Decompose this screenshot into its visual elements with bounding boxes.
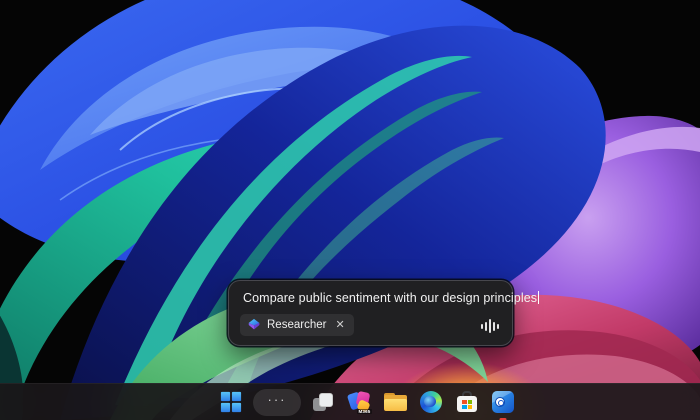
stacked-windows-icon (312, 391, 334, 413)
outlook-icon (492, 391, 514, 413)
copilot-command-box: Compare public sentiment with our design… (228, 280, 513, 346)
edge-button[interactable] (417, 387, 445, 417)
copilot-icon (247, 318, 261, 332)
microsoft-store-button[interactable] (453, 387, 481, 417)
taskbar-icon-group: ··· M365 (217, 384, 517, 420)
m365-copilot-button[interactable]: M365 (345, 387, 373, 417)
windows-logo-icon (220, 391, 242, 413)
store-bag-icon (457, 391, 477, 413)
text-caret (538, 291, 539, 304)
folder-icon (384, 393, 407, 412)
outlook-button[interactable] (489, 387, 517, 417)
m365-badge-text: M365 (357, 409, 371, 414)
waveform-icon (481, 324, 483, 329)
voice-input-button[interactable] (481, 318, 499, 334)
agent-chip-label: Researcher (267, 319, 326, 331)
task-view-button[interactable] (309, 387, 337, 417)
desktop: Compare public sentiment with our design… (0, 0, 700, 420)
file-explorer-button[interactable] (381, 387, 409, 417)
taskbar: ··· M365 (0, 383, 700, 420)
desktop-wallpaper (0, 0, 700, 420)
search-pill-button[interactable]: ··· (253, 389, 301, 416)
agent-chip-researcher[interactable]: Researcher ✕ (240, 314, 354, 336)
prompt-text: Compare public sentiment with our design… (243, 291, 537, 305)
start-button[interactable] (217, 387, 245, 417)
edge-icon (420, 391, 442, 413)
chip-close-icon[interactable]: ✕ (335, 320, 344, 331)
prompt-input[interactable]: Compare public sentiment with our design… (243, 291, 500, 305)
m365-copilot-icon: M365 (348, 391, 371, 414)
